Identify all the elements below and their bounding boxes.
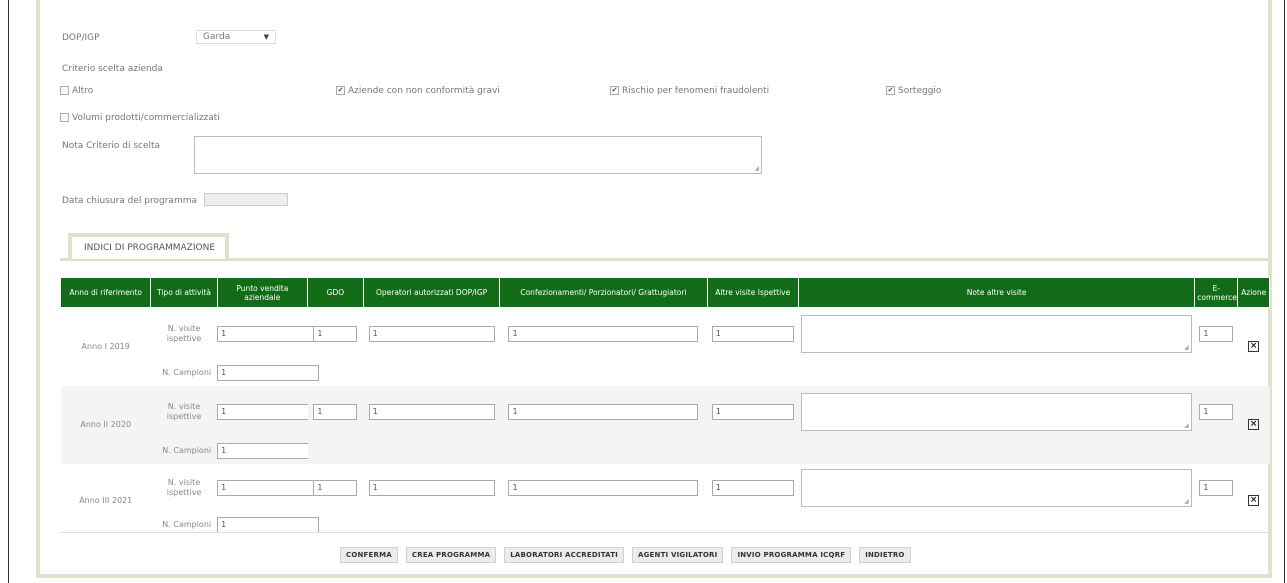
agenti-vigilatori-button[interactable]: AGENTI VIGILATORI — [631, 547, 724, 563]
conferma-button[interactable]: CONFERMA — [340, 547, 398, 563]
ecommerce-input[interactable]: 1 — [1199, 479, 1234, 496]
indietro-button[interactable]: INDIETRO — [859, 547, 911, 563]
table-row: Anno I 2019 N. visite ispettive 1 1 1 1 … — [61, 308, 1270, 360]
operatori-input[interactable]: 1 — [368, 403, 495, 420]
table-row: N. Campioni 1 — [61, 360, 1270, 386]
criterio-checkbox-altro[interactable]: Altro — [60, 86, 93, 96]
campioni-input[interactable]: 1 — [217, 364, 320, 381]
col-header-gdo: GDO — [307, 277, 364, 308]
year-cell: Anno II 2020 — [60, 385, 151, 464]
delete-icon[interactable]: × — [1248, 495, 1260, 506]
type-campioni-cell: N. Campioni — [162, 520, 212, 529]
type-visite-cell: N. visite ispettive — [150, 385, 218, 438]
type-visite-cell: N. visite ispettive — [166, 477, 202, 497]
gdo-input[interactable]: 1 — [313, 403, 358, 420]
punto-vendita-input[interactable]: 1 — [217, 325, 320, 342]
col-header-tipo: Tipo di attività — [150, 277, 218, 308]
resize-grip-icon[interactable]: ◢ — [1184, 344, 1189, 351]
dop-igp-value: Garda — [203, 32, 231, 42]
campioni-input[interactable]: 1 — [217, 516, 320, 533]
tab-underline — [60, 258, 1270, 261]
action-bar: CONFERMA CREA PROGRAMMA LABORATORI ACCRE… — [340, 547, 911, 563]
data-chiusura-input — [204, 193, 288, 206]
gdo-input[interactable]: 1 — [313, 325, 358, 342]
altre-visite-input[interactable]: 1 — [711, 479, 794, 496]
criterio-checkbox-non-conformita[interactable]: ✔ Aziende con non conformità gravi — [336, 86, 500, 96]
col-header-note: Note altre visite — [797, 277, 1196, 308]
type-campioni-cell: N. Campioni — [162, 368, 212, 377]
year-cell: Anno III 2021 — [79, 496, 133, 505]
checkbox-icon[interactable] — [60, 113, 69, 122]
checkbox-checked-icon[interactable]: ✔ — [886, 86, 895, 95]
table-row: N. Campioni 1 — [61, 437, 1270, 464]
col-header-ecommerce: E-commerce — [1194, 277, 1239, 308]
col-header-altre-visite: Altre visite Ispettive — [706, 277, 799, 308]
criterio-checkbox-sorteggio[interactable]: ✔ Sorteggio — [886, 86, 941, 96]
dop-igp-label: DOP/IGP — [62, 33, 100, 43]
chevron-down-icon: ▼ — [263, 33, 269, 41]
operatori-input[interactable]: 1 — [368, 325, 495, 342]
table-row: Anno III 2021 N. visite ispettive 1 1 1 … — [61, 464, 1270, 512]
note-textarea[interactable]: ◢ — [801, 314, 1192, 353]
altre-visite-input[interactable]: 1 — [711, 325, 794, 342]
note-textarea[interactable]: ◢ — [801, 468, 1192, 507]
type-visite-cell: N. visite ispettive — [166, 323, 202, 343]
campioni-input[interactable]: 1 — [217, 442, 320, 459]
col-header-punto-vendita: Punto vendita aziendale — [216, 277, 309, 308]
indici-table: Anno di riferimento Tipo di attività Pun… — [59, 277, 1270, 538]
criterio-label: Criterio scelta azienda — [62, 64, 163, 74]
note-textarea[interactable]: ◢ — [801, 392, 1192, 431]
confezionamenti-input[interactable]: 1 — [508, 403, 699, 420]
nota-criterio-label: Nota Criterio di scelta — [62, 141, 161, 151]
tab-indici-programmazione[interactable]: INDICI DI PROGRAMMAZIONE — [68, 233, 229, 259]
resize-grip-icon[interactable]: ◢ — [754, 165, 759, 172]
table-row: N. Campioni 1 — [61, 512, 1270, 538]
checkbox-checked-icon[interactable]: ✔ — [336, 86, 345, 95]
nota-criterio-textarea[interactable]: ◢ — [194, 136, 762, 174]
ecommerce-input[interactable]: 1 — [1199, 325, 1234, 342]
confezionamenti-input[interactable]: 1 — [508, 479, 699, 496]
resize-grip-icon[interactable]: ◢ — [1184, 422, 1189, 429]
operatori-input[interactable]: 1 — [368, 479, 495, 496]
resize-grip-icon[interactable]: ◢ — [1184, 498, 1189, 505]
invio-programma-button[interactable]: INVIO PROGRAMMA ICQRF — [731, 547, 852, 563]
table-header-row: Anno di riferimento Tipo di attività Pun… — [59, 277, 1270, 308]
punto-vendita-input[interactable]: 1 — [217, 403, 320, 420]
divider — [60, 532, 1270, 533]
gdo-input[interactable]: 1 — [313, 479, 358, 496]
col-header-operatori: Operatori autorizzati DOP/IGP — [362, 277, 501, 308]
laboratori-accreditati-button[interactable]: LABORATORI ACCREDITATI — [504, 547, 624, 563]
dop-igp-select[interactable]: Garda ▼ — [196, 30, 276, 44]
col-header-azione: Azione — [1237, 277, 1270, 308]
criterio-checkbox-rischio[interactable]: ✔ Rischio per fenomeni fraudolenti — [610, 86, 769, 96]
year-cell: Anno I 2019 — [81, 342, 130, 352]
altre-visite-input[interactable]: 1 — [711, 403, 794, 420]
ecommerce-input[interactable]: 1 — [1199, 403, 1234, 420]
delete-icon[interactable]: × — [1248, 419, 1260, 430]
crea-programma-button[interactable]: CREA PROGRAMMA — [405, 547, 497, 563]
criterio-checkbox-volumi[interactable]: Volumi prodotti/commercializzati — [60, 113, 220, 123]
type-campioni-cell: N. Campioni — [150, 437, 218, 464]
checkbox-icon[interactable] — [60, 86, 69, 95]
col-header-anno: Anno di riferimento — [59, 277, 152, 308]
delete-icon[interactable]: × — [1248, 341, 1260, 353]
punto-vendita-input[interactable]: 1 — [217, 479, 320, 496]
checkbox-checked-icon[interactable]: ✔ — [610, 86, 619, 95]
confezionamenti-input[interactable]: 1 — [508, 325, 699, 342]
data-chiusura-label: Data chiusura del programma — [62, 196, 197, 206]
table-row: Anno II 2020 N. visite ispettive 1 1 1 1… — [60, 385, 1270, 464]
col-header-confezionamenti: Confezionamenti/ Porzionatori/ Grattugia… — [499, 277, 708, 308]
